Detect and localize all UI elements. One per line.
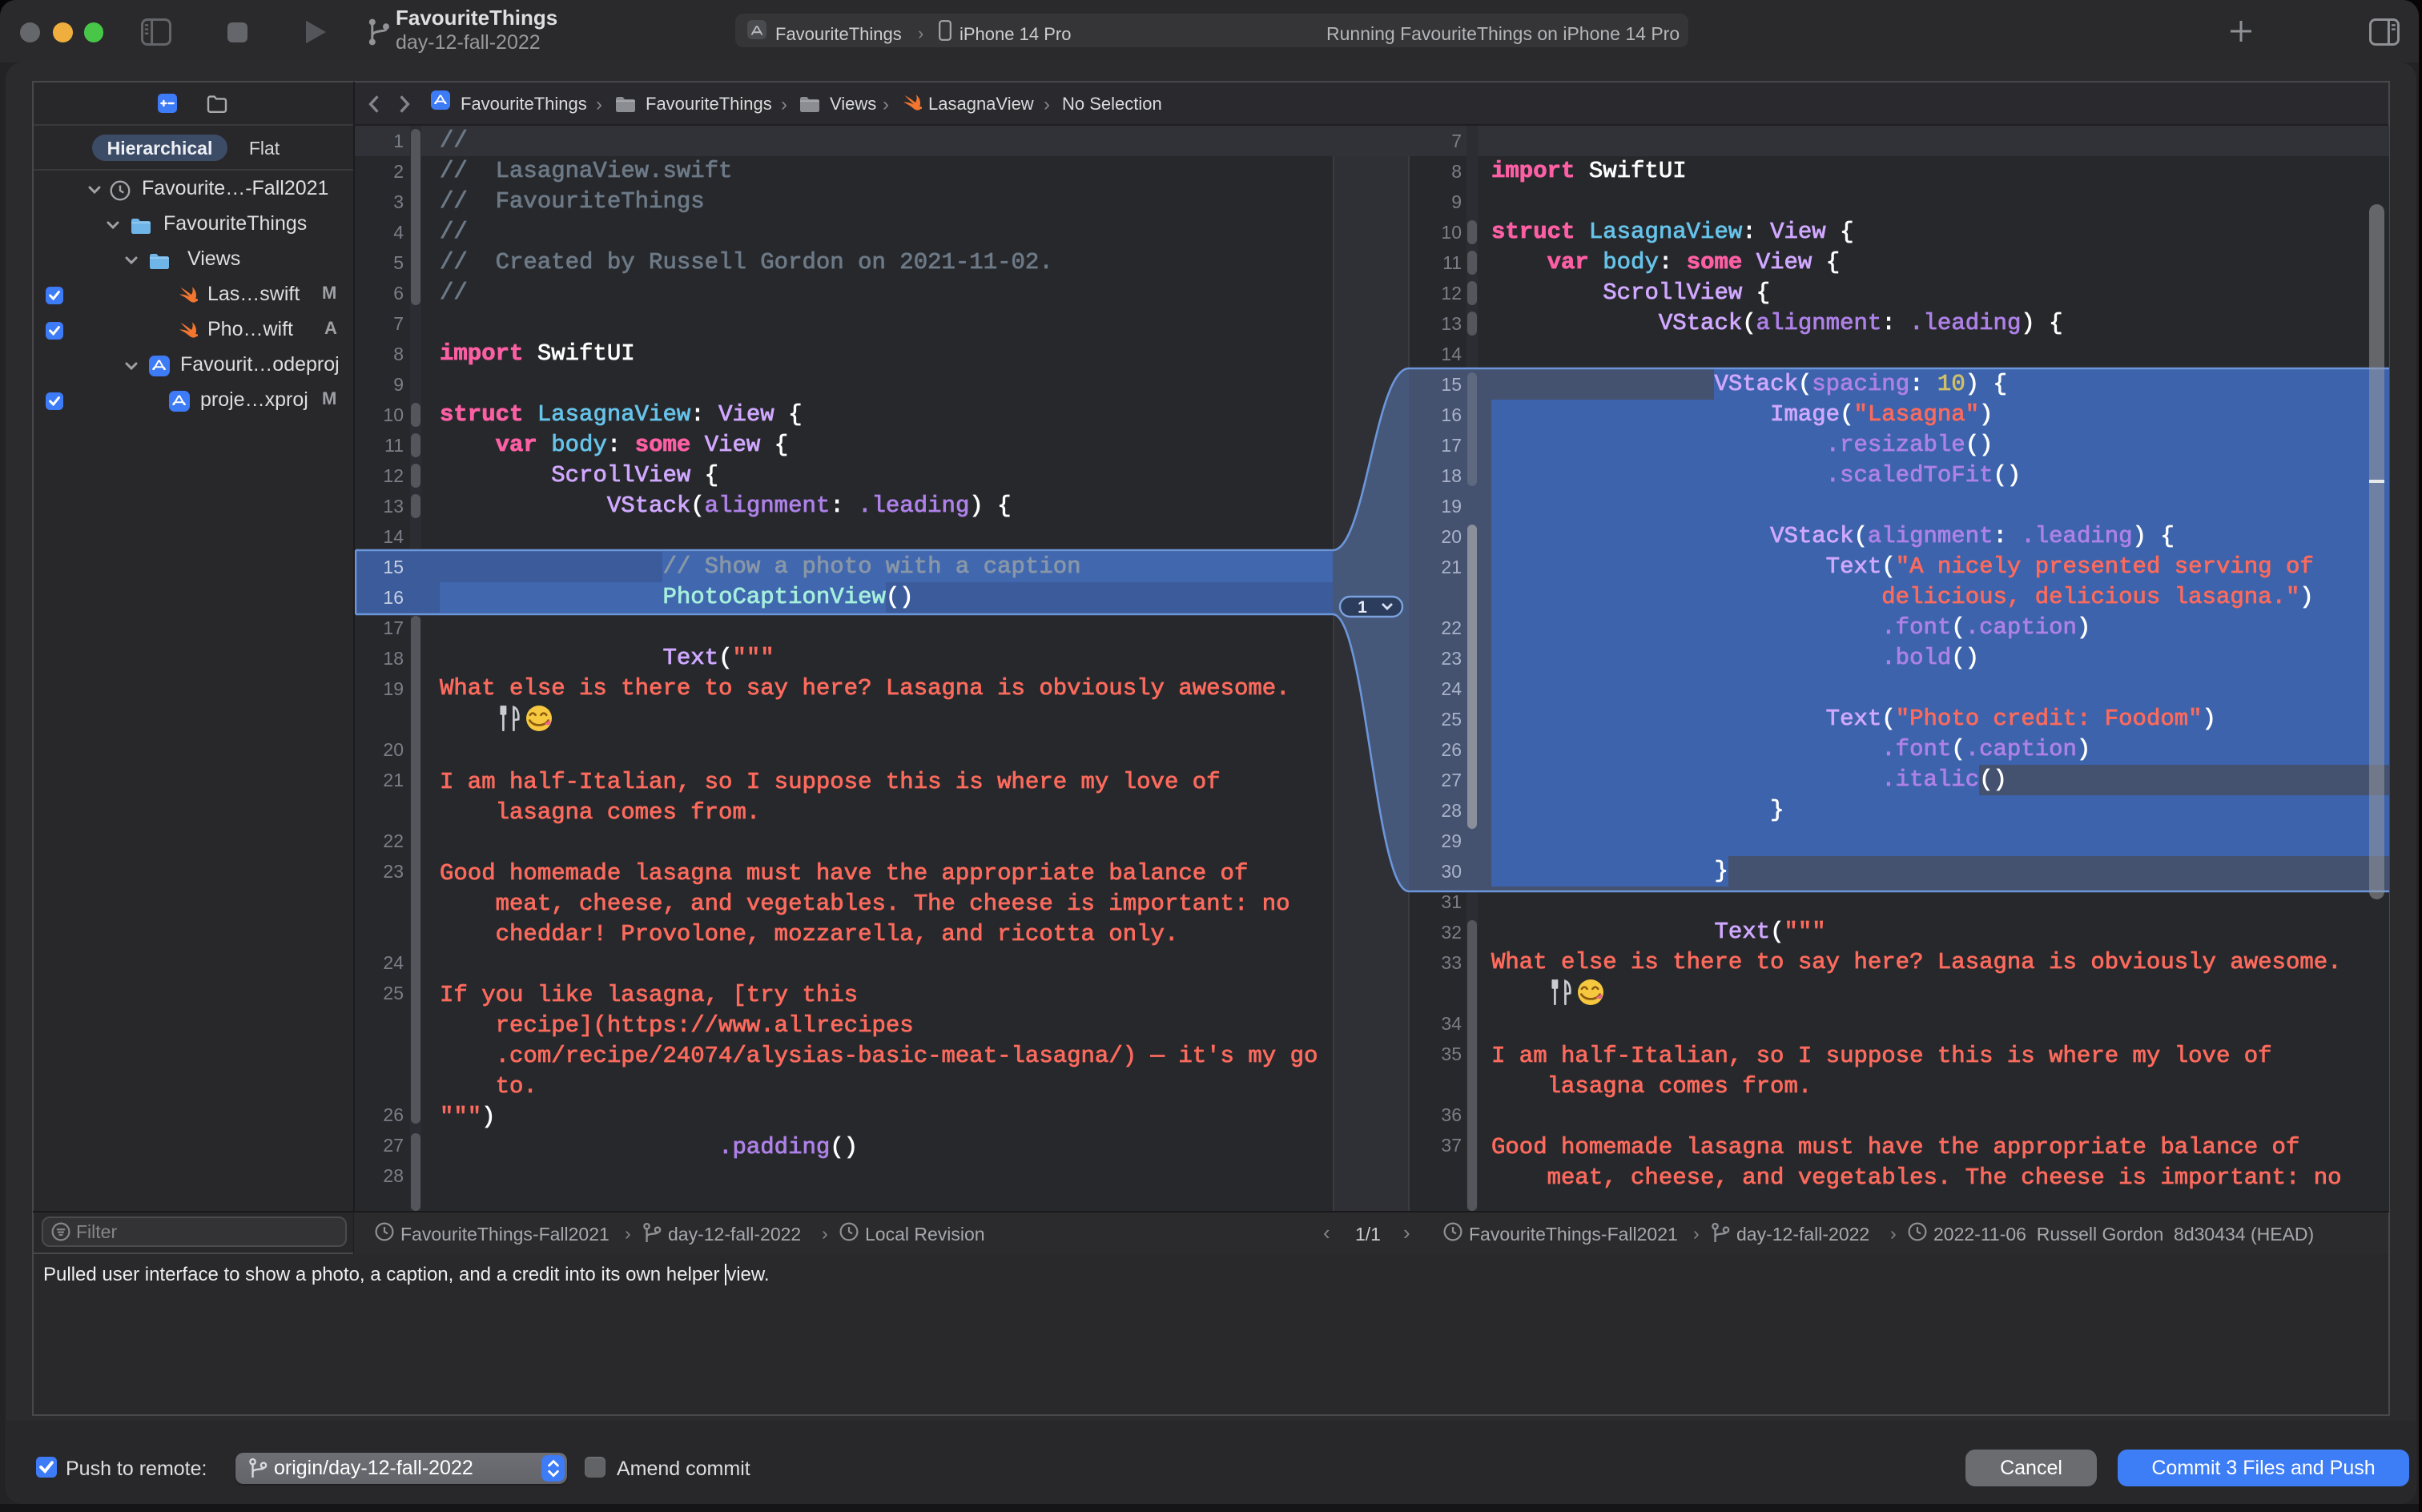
svg-text:1: 1 (1358, 598, 1367, 617)
